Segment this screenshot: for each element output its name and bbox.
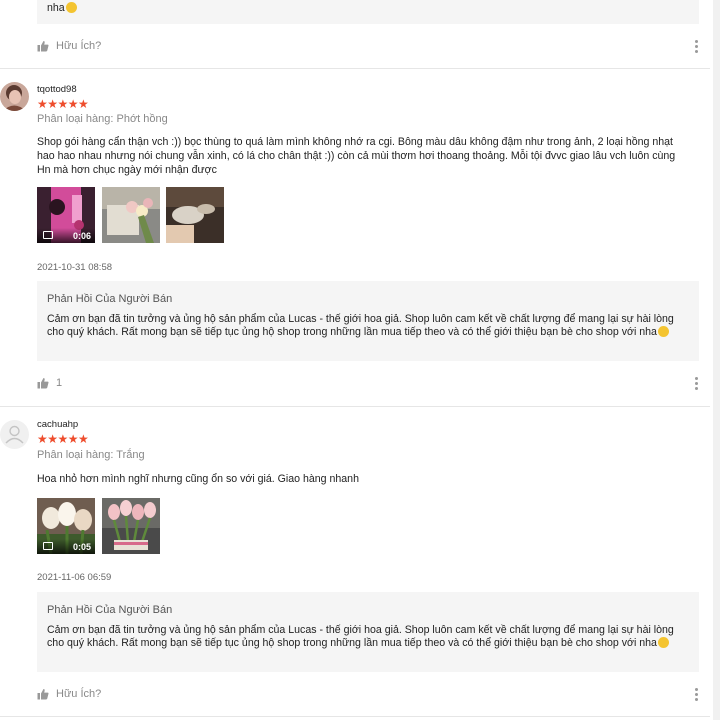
seller-reply-title: Phản Hồi Của Người Bán [47,293,173,305]
star-rating: ★★★★★ [37,97,89,111]
review-username[interactable]: tqottod98 [37,84,77,95]
review-comment: Hoa nhỏ hơn mình nghĩ nhưng cũng ổn so v… [37,473,359,485]
thumbs-up-icon[interactable] [37,688,49,700]
thumbs-up-icon[interactable] [37,377,49,389]
helpful-label[interactable]: Hữu Ích? [56,40,101,52]
blushing-emoji-icon [65,2,77,13]
avatar[interactable] [0,420,29,449]
review-timestamp: 2021-10-31 08:58 [37,262,113,273]
review-username[interactable]: cachuahp [37,419,78,430]
product-variant: Phân loại hàng: Phớt hồng [37,113,168,125]
product-variant: Phân loại hàng: Trắng [37,449,145,461]
video-camera-icon [43,542,53,550]
like-count[interactable]: 1 [56,377,62,389]
seller-reply-box: nha [37,0,699,24]
review-divider [0,406,710,407]
review-image-thumbnail[interactable] [102,498,160,554]
blushing-emoji-icon [657,636,669,648]
more-options-icon[interactable] [695,688,698,703]
seller-reply-title: Phản Hồi Của Người Bán [47,604,173,616]
review-image-thumbnail[interactable] [102,187,160,243]
more-options-icon[interactable] [695,40,698,55]
review-video-thumbnail[interactable]: 0:06 [37,187,95,243]
review-timestamp: 2021-11-06 06:59 [37,572,112,583]
star-rating: ★★★★★ [37,432,89,446]
seller-reply-box: Phản Hồi Của Người Bán Cảm ơn bạn đã tin… [37,281,699,361]
video-camera-icon [43,231,53,239]
reply-text: nha [47,2,687,15]
blushing-emoji-icon [657,325,669,337]
review-divider [0,68,710,69]
review-video-thumbnail[interactable]: 0:05 [37,498,95,554]
helpful-label[interactable]: Hữu Ích? [56,688,101,700]
review-divider [0,716,710,717]
more-options-icon[interactable] [695,377,698,392]
seller-reply-box: Phản Hồi Của Người Bán Cảm ơn bạn đã tin… [37,592,699,672]
scrollbar[interactable] [713,0,720,720]
thumbs-up-icon[interactable] [37,40,49,52]
review-image-thumbnail[interactable] [166,187,224,243]
review-comment: Shop gói hàng cẩn thận vch :)) bọc thùng… [37,136,676,176]
reply-text: Cảm ơn bạn đã tin tưởng và ủng hộ sản ph… [47,313,674,338]
video-duration: 0:06 [72,231,91,241]
reply-text: Cảm ơn bạn đã tin tưởng và ủng hộ sản ph… [47,624,674,649]
video-duration: 0:05 [72,542,91,552]
avatar[interactable] [0,82,29,111]
